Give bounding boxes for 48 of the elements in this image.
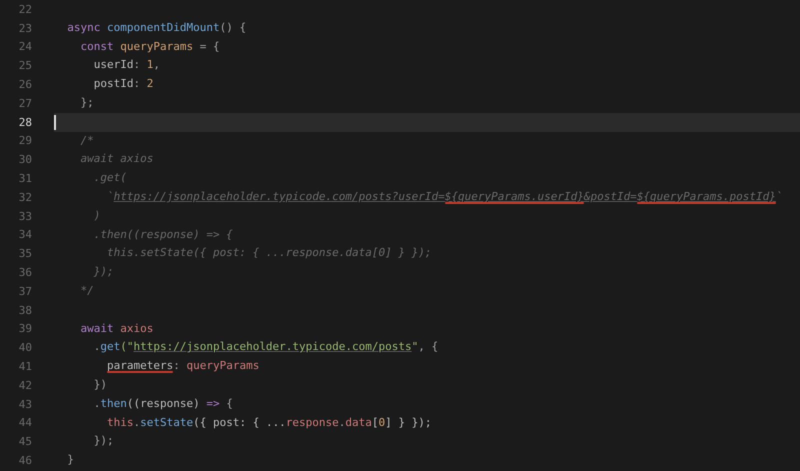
- code-line: /*: [79, 132, 94, 149]
- code-line: .then((response) => {: [92, 396, 233, 412]
- code-line: postId: 2: [92, 76, 154, 92]
- line-number: 39: [18, 322, 32, 336]
- line-number: 28: [18, 116, 32, 129]
- line-number: 23: [18, 22, 32, 35]
- line-number: 24: [18, 40, 32, 54]
- code-line: await axios: [79, 320, 154, 337]
- text-cursor: [54, 114, 56, 130]
- line-number: 29: [18, 134, 32, 148]
- line-number: 38: [18, 304, 32, 317]
- code-line: */: [79, 282, 94, 299]
- code-line: };: [79, 94, 94, 111]
- line-number: 27: [18, 96, 32, 110]
- line-number: 34: [18, 228, 32, 242]
- line-number: 40: [18, 341, 32, 354]
- line-number: 37: [18, 284, 32, 298]
- code-line: async componentDidMount() {: [66, 20, 246, 36]
- code-line: .then((response) => {: [92, 226, 233, 243]
- code-line: ): [92, 208, 100, 224]
- line-number: 30: [18, 153, 32, 166]
- line-number: 43: [18, 398, 32, 411]
- code-line: await axios: [79, 151, 154, 168]
- code-line: this.setState({ post: { ...response.data[0] } });: [106, 414, 432, 431]
- line-number: 41: [18, 360, 32, 374]
- code-line: this.setState({ post: { ...response.data[0] } });: [106, 245, 432, 262]
- line-number: 44: [18, 416, 32, 430]
- code-line: }): [92, 376, 107, 393]
- line-number: 35: [18, 247, 32, 260]
- line-number: 31: [18, 172, 32, 186]
- line-number: 45: [18, 435, 32, 448]
- line-number: 33: [18, 210, 32, 223]
- code-line: parameters: queryParams: [54, 357, 260, 376]
- line-number: 46: [18, 454, 32, 468]
- code-line: }: [66, 452, 74, 468]
- code-line: userId: 1,: [92, 57, 160, 74]
- line-number: 22: [18, 2, 32, 16]
- line-number: 42: [18, 378, 32, 392]
- line-number: 25: [18, 59, 32, 72]
- line-number: 26: [18, 78, 32, 92]
- line-number: 32: [18, 190, 32, 204]
- code-line: });: [92, 433, 114, 450]
- code-line: });: [92, 264, 114, 280]
- code-line: const queryParams = {: [79, 38, 220, 55]
- code-line: .get(: [92, 170, 127, 186]
- line-number: 36: [18, 266, 32, 280]
- code-line: `https://jsonplaceholder.typicode.com/posts?userId=${queryParams.userId}&postId=${queryParams.postId}`: [106, 188, 783, 205]
- code-line: .get("https://jsonplaceholder.typicode.com/posts", {: [92, 339, 438, 356]
